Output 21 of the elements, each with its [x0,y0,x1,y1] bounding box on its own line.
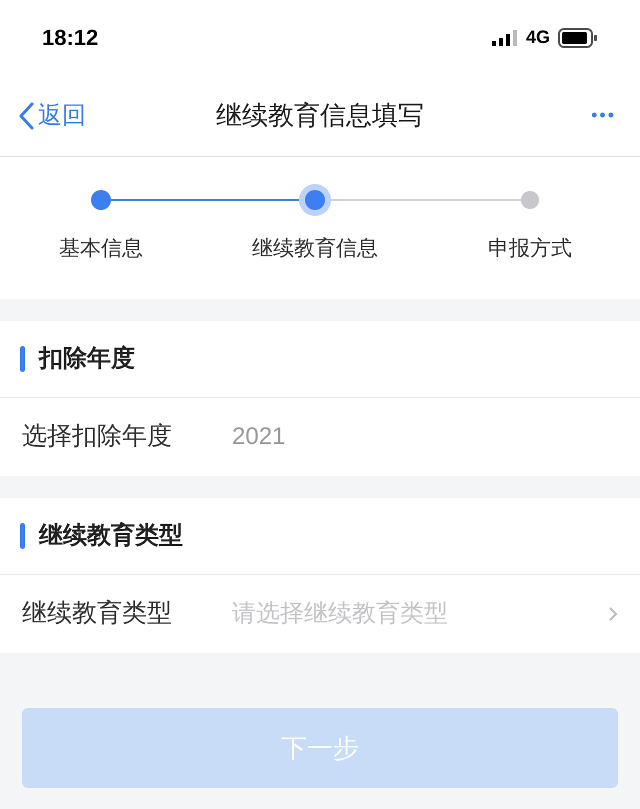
step-label: 基本信息 [59,236,143,262]
section-accent-bar [20,346,25,372]
section-title: 继续教育类型 [39,520,183,551]
form-row[interactable]: 继续教育类型 请选择继续教育类型 [0,575,640,653]
signal-icon [492,30,518,46]
step-label: 继续教育信息 [252,236,378,262]
page-title: 继续教育信息填写 [216,99,424,132]
back-chevron-icon [18,102,34,130]
field-value: 2021 [232,422,286,452]
more-button[interactable]: ••• [591,102,622,129]
network-label: 4G [526,26,550,49]
field-label: 继续教育类型 [22,598,173,630]
back-button[interactable]: 返回 [18,98,86,134]
status-time: 18:12 [42,24,98,52]
battery-icon [558,28,598,48]
step-label: 申报方式 [488,236,572,262]
form-row[interactable]: 选择扣除年度 2021 [0,398,640,476]
section-title: 扣除年度 [39,344,135,374]
field-placeholder: 请选择继续教育类型 [232,599,449,629]
section-accent-bar [20,523,25,549]
field-label: 选择扣除年度 [22,421,173,452]
